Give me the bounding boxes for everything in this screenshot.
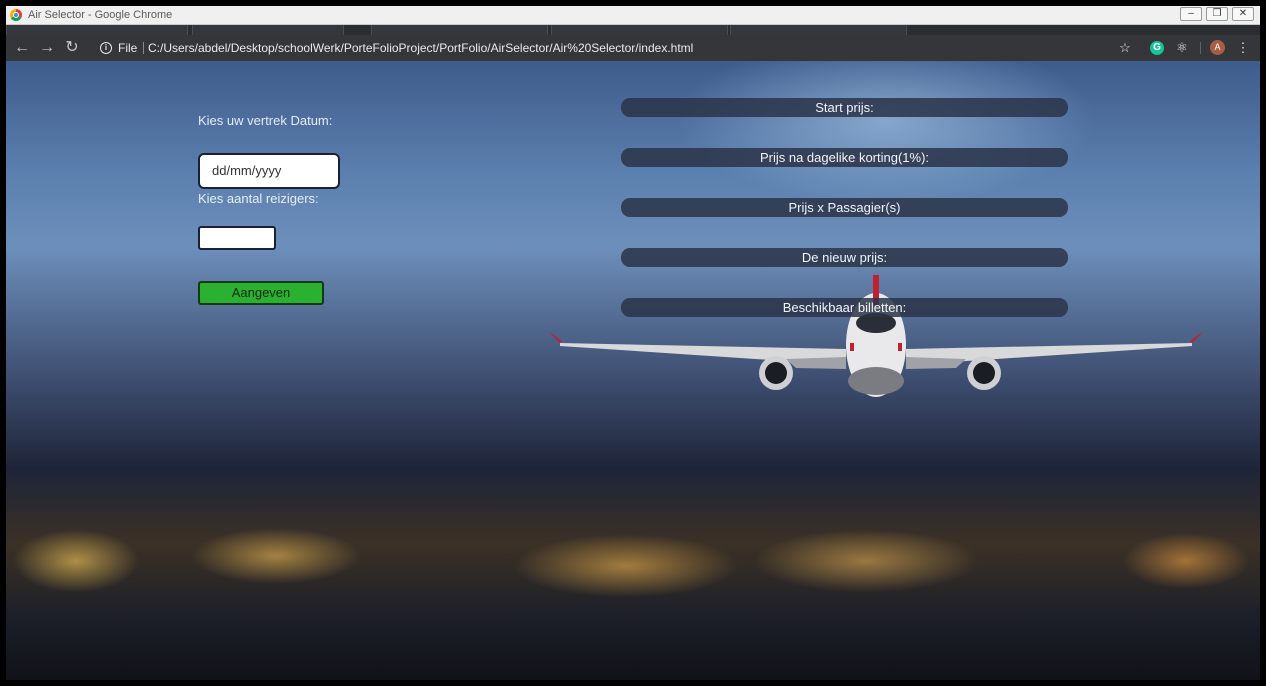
address-bar[interactable]: i File C:/Users/abdel/Desktop/schoolWerk…	[92, 38, 1142, 58]
close-button[interactable]: ✕	[1232, 7, 1254, 21]
discount-price-output: Prijs na dagelike korting(1%):	[621, 148, 1068, 167]
toolbar-separator	[1200, 42, 1201, 54]
forward-arrow-icon[interactable]: →	[37, 38, 57, 58]
url-text[interactable]: C:/Users/abdel/Desktop/schoolWerk/PorteF…	[148, 38, 693, 58]
window-title: Air Selector - Google Chrome	[28, 9, 173, 21]
chrome-logo-icon	[10, 9, 22, 21]
restore-button[interactable]: ❐	[1206, 7, 1228, 21]
start-price-output: Start prijs:	[621, 98, 1068, 117]
tab[interactable]	[371, 25, 548, 35]
tab[interactable]	[551, 25, 728, 35]
tab[interactable]	[6, 25, 188, 35]
title-bar: Air Selector - Google Chrome – ❐ ✕	[6, 6, 1260, 25]
bookmark-star-icon[interactable]: ☆	[1117, 40, 1133, 56]
tab-strip	[6, 25, 1260, 35]
tab[interactable]	[192, 25, 344, 35]
back-arrow-icon[interactable]: ←	[12, 38, 32, 58]
scheme-label: File	[118, 41, 138, 55]
submit-button[interactable]: Aangeven	[198, 281, 324, 305]
travelers-label: Kies aantal reizigers:	[198, 191, 319, 206]
react-devtools-extension-icon[interactable]: ⚛	[1174, 40, 1190, 56]
avatar[interactable]: A	[1210, 40, 1225, 55]
grammarly-extension-icon[interactable]: G	[1150, 41, 1164, 55]
available-tickets-output: Beschikbaar billetten:	[621, 298, 1068, 317]
new-price-output: De nieuw prijs:	[621, 248, 1068, 267]
price-times-passengers-output: Prijs x Passagier(s)	[621, 198, 1068, 217]
minimize-button[interactable]: –	[1180, 7, 1202, 21]
browser-toolbar: ← → ↻ i File C:/Users/abdel/Desktop/scho…	[6, 35, 1260, 61]
airplane-image	[548, 275, 1204, 397]
info-icon[interactable]: i	[100, 42, 112, 54]
page-viewport: Kies uw vertrek Datum: dd/mm/yyyy Kies a…	[6, 61, 1260, 680]
menu-kebab-icon[interactable]: ⋮	[1235, 40, 1251, 56]
reload-icon[interactable]: ↻	[62, 38, 82, 58]
tab[interactable]	[730, 25, 907, 35]
address-separator	[143, 42, 144, 54]
browser-window: Air Selector - Google Chrome – ❐ ✕ ← → ↻…	[6, 6, 1260, 680]
travelers-input[interactable]	[198, 226, 276, 250]
departure-date-input[interactable]: dd/mm/yyyy	[198, 153, 340, 189]
departure-date-label: Kies uw vertrek Datum:	[198, 113, 333, 128]
